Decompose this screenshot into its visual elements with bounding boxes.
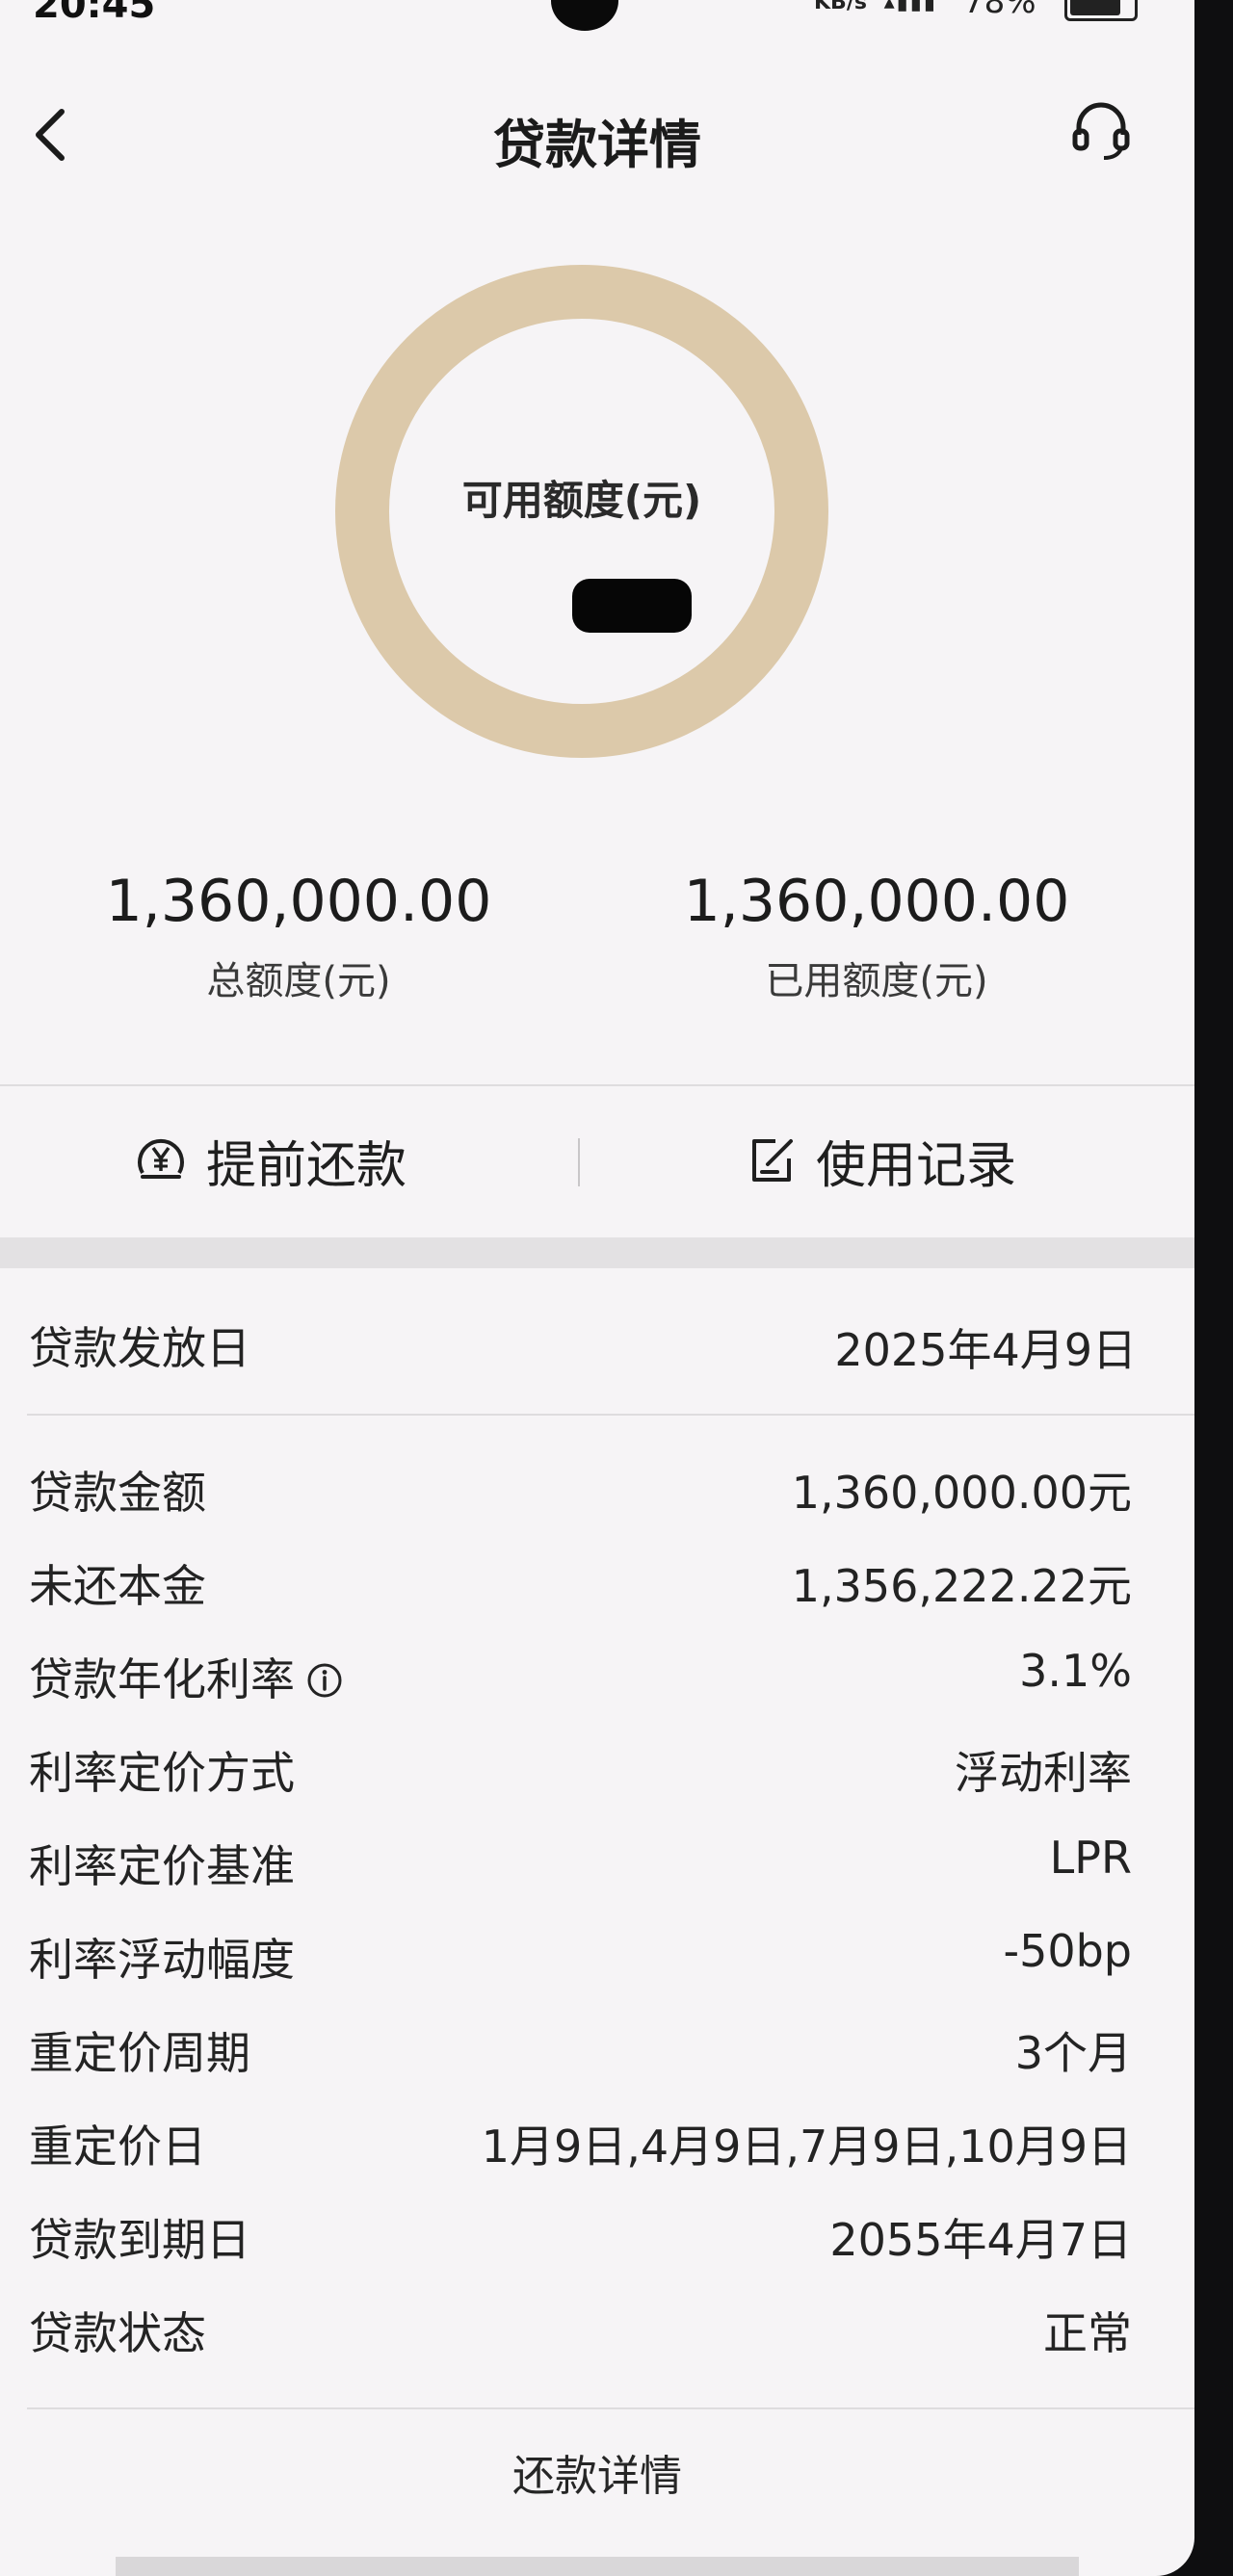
detail-label: 贷款到期日	[29, 2214, 250, 2266]
action-bar: 提前还款 使用记录	[0, 1088, 1194, 1233]
used-credit: 1,360,000.00 已用额度(元)	[578, 867, 1175, 1005]
detail-row-repricing-cycle: 重定价周期 3个月	[0, 2005, 1194, 2098]
detail-row-pricing-benchmark: 利率定价基准 LPR	[0, 1818, 1194, 1912]
credit-totals: 1,360,000.00 总额度(元) 1,360,000.00 已用额度(元)	[0, 867, 1194, 1040]
divider	[27, 1414, 1194, 1416]
total-credit-label: 总额度(元)	[206, 959, 391, 1003]
divider	[27, 2407, 1194, 2409]
available-credit-ring: 可用额度(元)	[335, 265, 828, 758]
divider	[0, 1084, 1194, 1086]
prepay-label: 提前还款	[206, 1136, 407, 1195]
available-credit-hidden-value	[572, 579, 692, 633]
detail-label: 贷款金额	[29, 1467, 206, 1519]
net-speed-label: KB/s	[814, 0, 867, 14]
available-credit-label: 可用额度(元)	[461, 477, 702, 524]
detail-row-rate-spread: 利率浮动幅度 -50bp	[0, 1912, 1194, 2005]
detail-row-pricing-method: 利率定价方式 浮动利率	[0, 1725, 1194, 1818]
total-credit: 1,360,000.00 总额度(元)	[0, 867, 597, 1005]
battery-percent: 78%	[963, 0, 1036, 21]
detail-value: LPR	[1049, 1832, 1132, 1884]
detail-value: 2055年4月7日	[829, 2214, 1132, 2266]
action-separator	[578, 1138, 580, 1186]
network-speed: KB/s ▴▮▮▮	[814, 0, 937, 14]
screen: 20:45 KB/s ▴▮▮▮ 78% 贷款详情 可用额度(元) 1,360,0…	[0, 0, 1194, 2576]
status-time: 20:45	[33, 0, 156, 27]
detail-label: 重定价周期	[29, 2027, 250, 2079]
loan-issue-row: 贷款发放日 2025年4月9日	[0, 1281, 1194, 1406]
page-title: 贷款详情	[493, 115, 701, 175]
section-gap	[0, 1237, 1194, 1268]
detail-label: 未还本金	[29, 1560, 206, 1612]
detail-row-annual-rate: 贷款年化利率 3.1%	[0, 1631, 1194, 1725]
detail-label: 利率定价方式	[29, 1747, 295, 1799]
loan-issue-label: 贷款发放日	[29, 1322, 250, 1374]
prepay-button[interactable]: 提前还款	[135, 1127, 407, 1195]
repayment-details-link[interactable]: 还款详情	[0, 2441, 1194, 2503]
detail-value: 1月9日,4月9日,7月9日,10月9日	[481, 2121, 1132, 2173]
battery-icon	[1064, 0, 1138, 21]
detail-value: -50bp	[1003, 1925, 1132, 1977]
detail-label: 利率定价基准	[29, 1840, 295, 1892]
total-credit-amount: 1,360,000.00	[105, 868, 492, 935]
status-bar: 20:45 KB/s ▴▮▮▮ 78%	[0, 0, 1194, 39]
customer-service-icon[interactable]	[1069, 98, 1133, 162]
detail-label: 贷款年化利率	[29, 1653, 295, 1705]
loan-issue-value: 2025年4月9日	[834, 1324, 1137, 1376]
detail-row-unpaid-principal: 未还本金 1,356,222.22元	[0, 1538, 1194, 1631]
header: 贷款详情	[0, 67, 1194, 202]
signal-icon: ▴▮▮▮	[883, 0, 937, 14]
detail-label-with-info: 贷款年化利率	[29, 1645, 343, 1708]
detail-row-loan-amount: 贷款金额 1,360,000.00元	[0, 1444, 1194, 1538]
used-credit-amount: 1,360,000.00	[683, 868, 1070, 935]
detail-row-repricing-dates: 重定价日 1月9日,4月9日,7月9日,10月9日	[0, 2098, 1194, 2192]
detail-value: 3.1%	[1019, 1645, 1132, 1697]
info-icon[interactable]	[306, 1662, 343, 1699]
loan-details-list: 贷款金额 1,360,000.00元 未还本金 1,356,222.22元 贷款…	[0, 1444, 1194, 2379]
yen-coin-icon	[138, 1138, 184, 1179]
usage-records-label: 使用记录	[816, 1136, 1017, 1195]
detail-row-loan-status: 贷款状态 正常	[0, 2285, 1194, 2379]
detail-label: 贷款状态	[29, 2307, 206, 2359]
detail-value: 1,356,222.22元	[791, 1560, 1132, 1612]
usage-records-button[interactable]: 使用记录	[747, 1127, 1017, 1195]
detail-label: 利率浮动幅度	[29, 1934, 295, 1986]
detail-value: 1,360,000.00元	[791, 1467, 1132, 1519]
detail-value: 浮动利率	[955, 1747, 1132, 1799]
detail-value: 正常	[1043, 2307, 1132, 2359]
bottom-bar	[116, 2557, 1079, 2576]
detail-label: 重定价日	[29, 2121, 206, 2173]
detail-value: 3个月	[1014, 2027, 1132, 2079]
edit-note-icon	[752, 1139, 793, 1182]
used-credit-label: 已用额度(元)	[765, 959, 988, 1003]
detail-row-maturity-date: 贷款到期日 2055年4月7日	[0, 2192, 1194, 2285]
camera-cutout	[551, 0, 618, 31]
